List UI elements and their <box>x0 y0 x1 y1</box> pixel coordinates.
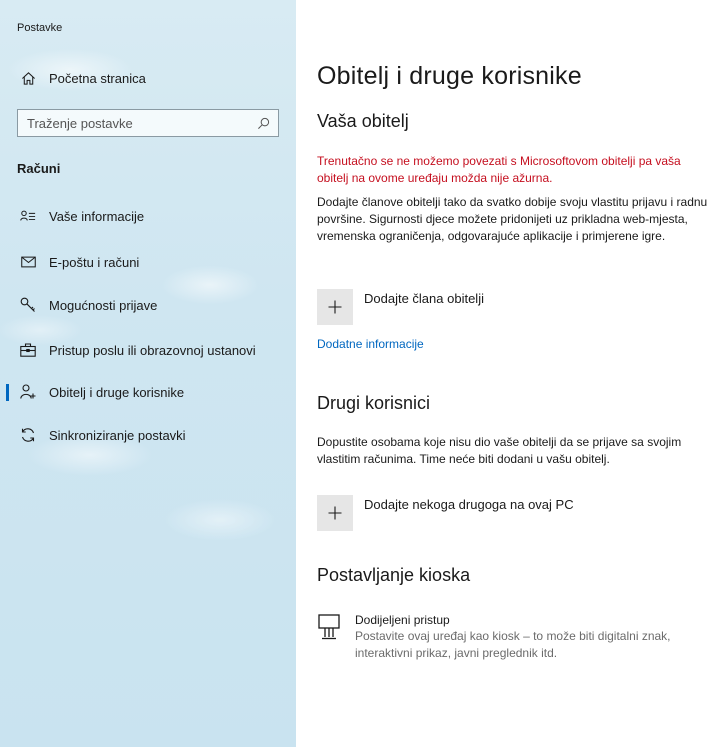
key-icon <box>20 297 36 313</box>
family-heading: Vaša obitelj <box>317 111 409 131</box>
sidebar-item-label: Mogućnosti prijave <box>49 297 158 313</box>
more-info-link[interactable]: Dodatne informacije <box>317 337 424 351</box>
search-box[interactable] <box>17 109 279 137</box>
sidebar-item-label: Pristup poslu ili obrazovnoj ustanovi <box>49 342 256 358</box>
sidebar-item-label: Sinkroniziranje postavki <box>49 427 186 443</box>
plus-icon <box>317 289 353 325</box>
add-person-icon <box>20 384 36 400</box>
family-description: Dodajte članove obitelji tako da svatko … <box>317 195 707 243</box>
sidebar-item-label: Vaše informacije <box>49 208 145 224</box>
add-family-member-button[interactable]: Dodajte člana obitelji <box>317 289 484 325</box>
search-icon[interactable] <box>257 117 270 130</box>
sidebar: Postavke Početna stranica Računi <box>0 0 296 747</box>
assigned-access-text: Dodijeljeni pristup Postavite ovaj uređa… <box>355 612 705 662</box>
assigned-access-item[interactable]: Dodijeljeni pristup Postavite ovaj uređa… <box>317 612 705 662</box>
assigned-access-description: Postavite ovaj uređaj kao kiosk – to mož… <box>355 629 671 660</box>
sidebar-item-your-info[interactable]: Vaše informacije <box>0 201 296 231</box>
page-title: Obitelj i druge korisnike <box>317 62 582 90</box>
search-input[interactable] <box>27 115 257 131</box>
main-content: Obitelj i druge korisnike Vaša obitelj T… <box>296 0 707 747</box>
sidebar-item-sync-settings[interactable]: Sinkroniziranje postavki <box>0 420 296 450</box>
sidebar-item-sign-in-options[interactable]: Mogućnosti prijave <box>0 290 296 320</box>
kiosk-icon <box>318 614 340 640</box>
nav-home-label: Početna stranica <box>49 70 146 86</box>
person-info-icon <box>20 208 36 224</box>
add-other-user-label: Dodajte nekoga drugoga na ovaj PC <box>364 497 574 512</box>
family-error-message: Trenutačno se ne možemo povezati s Micro… <box>317 154 681 185</box>
plus-icon <box>317 495 353 531</box>
assigned-access-title: Dodijeljeni pristup <box>355 613 450 627</box>
sidebar-item-label: Obitelj i druge korisnike <box>49 384 185 400</box>
window-title: Postavke <box>17 22 63 34</box>
mail-icon <box>20 254 36 270</box>
sidebar-item-family-other-users[interactable]: Obitelj i druge korisnike <box>0 377 296 407</box>
add-other-user-button[interactable]: Dodajte nekoga drugoga na ovaj PC <box>317 495 574 531</box>
settings-window: Postavke Početna stranica Računi <box>0 0 707 747</box>
sidebar-section-title: Računi <box>17 161 61 176</box>
sidebar-item-work-access[interactable]: Pristup poslu ili obrazovnoj ustanovi <box>0 335 296 365</box>
briefcase-icon <box>20 342 36 358</box>
add-family-member-label: Dodajte člana obitelji <box>364 291 484 306</box>
sync-icon <box>20 427 36 443</box>
nav-home[interactable]: Početna stranica <box>0 63 296 93</box>
home-icon <box>20 70 36 86</box>
other-users-description: Dopustite osobama koje nisu dio vaše obi… <box>317 435 682 466</box>
sidebar-item-email-accounts[interactable]: E-poštu i računi <box>0 247 296 277</box>
kiosk-heading: Postavljanje kioska <box>317 565 471 585</box>
sidebar-item-label: E-poštu i računi <box>49 254 140 270</box>
other-users-heading: Drugi korisnici <box>317 393 431 413</box>
